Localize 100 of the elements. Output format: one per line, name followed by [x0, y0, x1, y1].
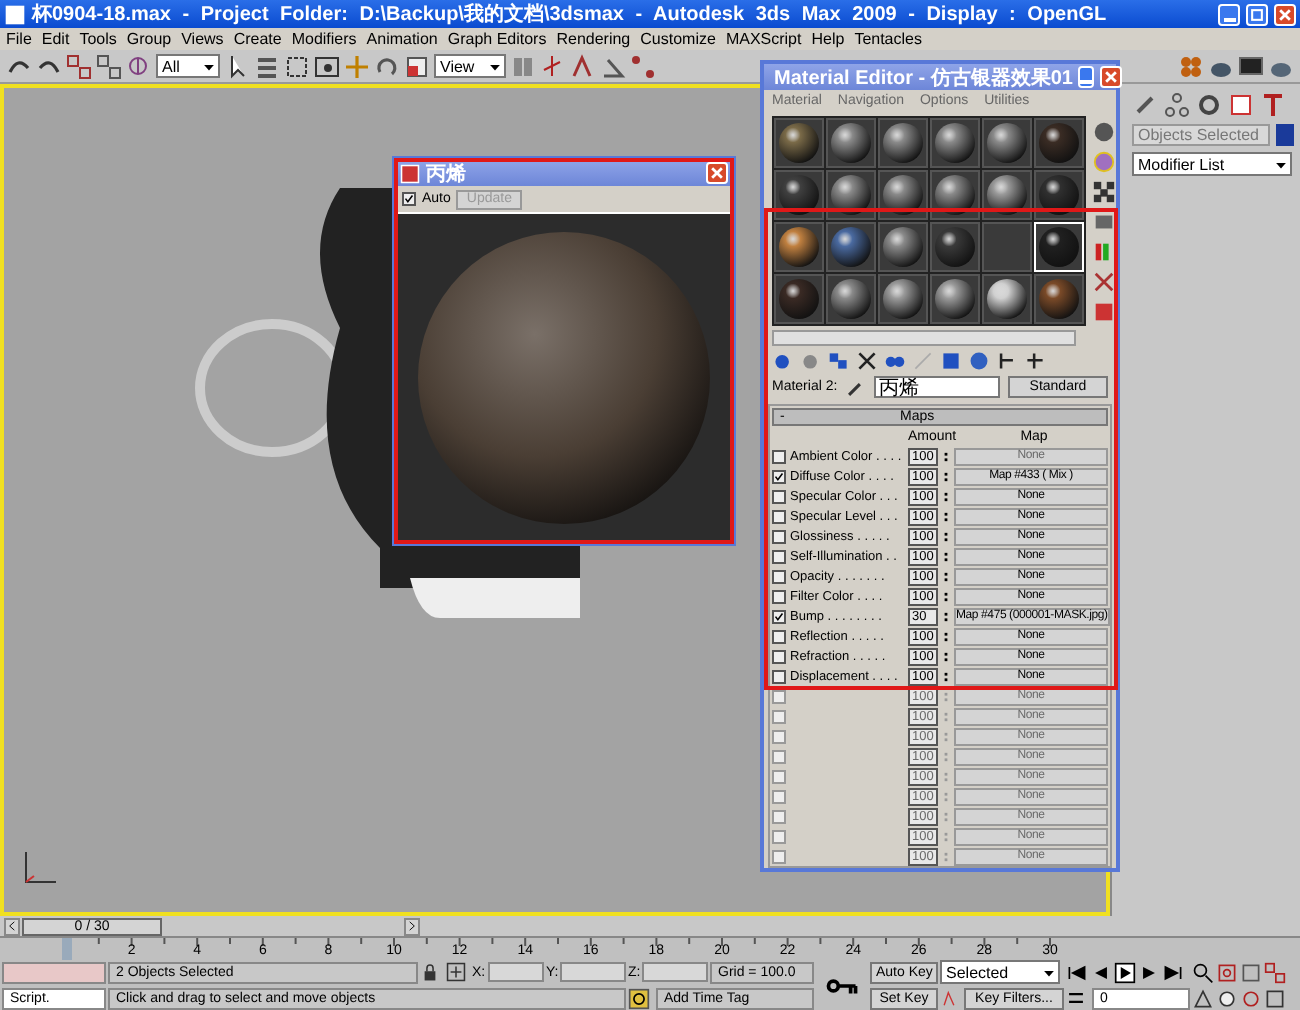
- monitor-icon[interactable]: [1238, 53, 1264, 79]
- menu-item[interactable]: Rendering: [556, 30, 631, 48]
- selection-filter-dropdown[interactable]: All: [156, 54, 220, 78]
- material-sphere-drawing: [882, 226, 924, 268]
- zoom-icon[interactable]: [1192, 961, 1214, 983]
- play-icon[interactable]: [1114, 961, 1136, 983]
- sample-slot[interactable]: [774, 222, 824, 272]
- restore-button[interactable]: [1246, 3, 1268, 25]
- sample-slot[interactable]: [930, 118, 980, 168]
- square-icon[interactable]: [1092, 210, 1116, 234]
- material-sphere-drawing: [934, 278, 976, 320]
- material-sphere-drawing: [986, 278, 1028, 320]
- sample-slot[interactable]: [930, 222, 980, 272]
- key-mode-dropdown[interactable]: Selected: [940, 960, 1060, 984]
- material-sphere-drawing: [778, 226, 820, 268]
- sample-slot[interactable]: [826, 222, 876, 272]
- list-icon[interactable]: [254, 53, 280, 79]
- rotate-icon[interactable]: [374, 53, 400, 79]
- sample-slot[interactable]: [1034, 274, 1084, 324]
- close-icon: [1276, 5, 1294, 23]
- close-button[interactable]: [1274, 3, 1296, 25]
- menu-item[interactable]: Modifiers: [291, 30, 357, 48]
- material-sphere-drawing: [778, 122, 820, 164]
- map-checkbox[interactable]: [772, 629, 786, 643]
- menu-item[interactable]: File: [6, 30, 32, 48]
- material-editor-title: Material Editor - 仿古银器效果01: [774, 65, 1073, 91]
- sample-slot[interactable]: [826, 274, 876, 324]
- sample-slot[interactable]: [826, 170, 876, 220]
- app-icon: [4, 3, 26, 25]
- axis-tripod-icon: [20, 848, 60, 888]
- sample-slot[interactable]: [878, 274, 928, 324]
- z-coordinate-field[interactable]: [642, 962, 708, 982]
- sample-slot[interactable]: [930, 274, 980, 324]
- material-sphere-drawing: [882, 122, 924, 164]
- restore-icon: [1248, 5, 1266, 23]
- menu-item[interactable]: Tentacles: [854, 30, 922, 48]
- map-checkbox[interactable]: [772, 609, 786, 623]
- y-coordinate-field[interactable]: [560, 962, 626, 982]
- sample-slot[interactable]: [826, 118, 876, 168]
- sphere-icon[interactable]: [1092, 120, 1116, 144]
- map-checkbox[interactable]: [772, 569, 786, 583]
- menu-item[interactable]: Tools: [79, 30, 117, 48]
- delete-icon[interactable]: [856, 349, 878, 371]
- sample-slot[interactable]: [982, 170, 1032, 220]
- coordinate-system-dropdown[interactable]: View: [434, 54, 506, 78]
- go-to-end-icon[interactable]: [1162, 961, 1184, 983]
- map-checkbox[interactable]: [772, 469, 786, 483]
- map-checkbox[interactable]: [772, 649, 786, 663]
- sample-slot[interactable]: [774, 118, 824, 168]
- checker-icon[interactable]: [1092, 180, 1116, 204]
- sample-slot[interactable]: [878, 170, 928, 220]
- next-button[interactable]: [404, 917, 420, 935]
- close-button[interactable]: [1100, 66, 1123, 88]
- previous-button[interactable]: [4, 917, 20, 935]
- material-sphere-drawing: [830, 226, 872, 268]
- sample-slot[interactable]: [878, 118, 928, 168]
- map-checkbox[interactable]: [772, 589, 786, 603]
- sample-slot[interactable]: [982, 118, 1032, 168]
- map-checkbox[interactable]: [772, 489, 786, 503]
- menu-item[interactable]: MAXScript: [725, 30, 802, 48]
- minimize-button[interactable]: [1078, 66, 1095, 88]
- horizontal-scrollbar[interactable]: [772, 330, 1076, 346]
- menu-item[interactable]: Animation: [366, 30, 438, 48]
- material-sphere-drawing: [986, 122, 1028, 164]
- menu-item[interactable]: Edit: [41, 30, 70, 48]
- menu-item[interactable]: Group: [126, 30, 172, 48]
- material-sphere-drawing: [830, 174, 872, 216]
- sample-slot[interactable]: [878, 222, 928, 272]
- menu-item[interactable]: Create: [233, 30, 282, 48]
- object-color-swatch[interactable]: [1276, 124, 1294, 146]
- lock-icon[interactable]: [420, 962, 440, 982]
- map-checkbox[interactable]: [772, 549, 786, 563]
- minimize-icon: [1223, 17, 1235, 21]
- sample-slot[interactable]: [774, 170, 824, 220]
- map-checkbox[interactable]: [772, 449, 786, 463]
- menu-item[interactable]: Customize: [640, 30, 716, 48]
- go-to-start-icon[interactable]: [1066, 961, 1088, 983]
- menu-item[interactable]: Help: [811, 30, 845, 48]
- material-sphere-drawing: [1038, 226, 1080, 268]
- material-sphere-drawing: [778, 278, 820, 320]
- menu-item[interactable]: Views: [181, 30, 224, 48]
- x-coordinate-field[interactable]: [487, 962, 544, 982]
- current-frame-marker[interactable]: [62, 938, 72, 960]
- menu-item[interactable]: Graph Editors: [447, 30, 547, 48]
- sample-slot[interactable]: [930, 170, 980, 220]
- map-checkbox[interactable]: [772, 529, 786, 543]
- dashed-rectangle-icon[interactable]: [284, 53, 310, 79]
- hierarchy-icon[interactable]: [1164, 92, 1190, 118]
- close-button[interactable]: [706, 162, 728, 184]
- material-sphere-drawing: [934, 122, 976, 164]
- check-icon: [404, 194, 414, 204]
- material-name-field[interactable]: 丙烯: [873, 376, 1000, 398]
- minimize-button[interactable]: [1218, 3, 1240, 25]
- minimize-icon: [1080, 80, 1093, 84]
- map-checkbox[interactable]: [772, 669, 786, 683]
- modifier-list-dropdown[interactable]: Modifier List: [1132, 152, 1292, 176]
- check-icon: [774, 611, 784, 621]
- auto-checkbox[interactable]: [402, 192, 416, 206]
- sample-slot[interactable]: [982, 274, 1032, 324]
- map-checkbox[interactable]: [772, 509, 786, 523]
